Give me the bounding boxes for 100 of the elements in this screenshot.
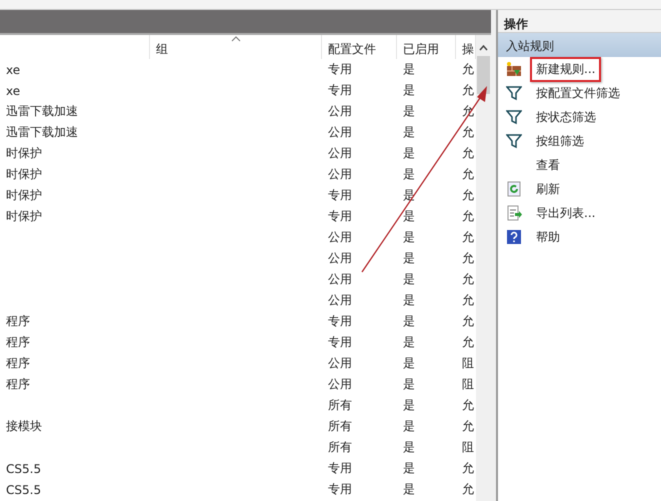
action-cell-text: 阻 xyxy=(461,439,475,456)
rule-name-cell-text: xe xyxy=(5,62,22,76)
sort-caret-icon xyxy=(230,36,240,42)
enabled-cell-text: 是 xyxy=(402,313,416,330)
rule-name-cell-text: 接模块 xyxy=(5,418,43,435)
column-header[interactable]: 配置文件 xyxy=(322,35,397,59)
action-cell-text: 允 xyxy=(461,292,475,309)
profile-cell-text: 专用 xyxy=(327,187,353,204)
profile-cell-text: 公用 xyxy=(327,271,353,288)
profile-cell-text: 专用 xyxy=(327,481,353,498)
rule-name-cell-text: 程序 xyxy=(5,334,31,351)
profile-cell-text: 公用 xyxy=(327,250,353,267)
rule-name-cell-text: 迅雷下载加速 xyxy=(5,124,79,141)
action-cell-text: 阻 xyxy=(461,376,475,393)
action-item[interactable]: 刷新 xyxy=(502,177,661,201)
pane-title: 操作 xyxy=(498,10,661,33)
enabled-cell-text: 是 xyxy=(402,334,416,351)
profile-cell-text: 公用 xyxy=(327,103,353,120)
profile-cell-text: 专用 xyxy=(327,208,353,225)
enabled-cell-text: 是 xyxy=(402,292,416,309)
filter-icon xyxy=(506,109,522,125)
action-cell-text: 允 xyxy=(461,418,475,435)
profile-cell-text: 专用 xyxy=(327,82,353,99)
enabled-cell-text: 是 xyxy=(402,61,416,78)
enabled-cell-text: 是 xyxy=(402,397,416,414)
action-cell-text: 允 xyxy=(461,187,475,204)
enabled-cell-text: 是 xyxy=(402,250,416,267)
action-cell-text: 允 xyxy=(461,313,475,330)
enabled-cell-text: 是 xyxy=(402,166,416,183)
profile-cell-text: 公用 xyxy=(327,145,353,162)
rule-name-cell-text: 程序 xyxy=(5,355,31,372)
rule-name-cell-text: 程序 xyxy=(5,376,31,393)
action-item[interactable]: 查看 xyxy=(502,153,661,177)
rule-name-cell-text: 迅雷下载加速 xyxy=(5,103,79,120)
action-cell-text: 允 xyxy=(461,145,475,162)
profile-cell-text: 公用 xyxy=(327,229,353,246)
action-cell-text: 阻 xyxy=(461,355,475,372)
profile-cell-text: 公用 xyxy=(327,355,353,372)
enabled-cell-text: 是 xyxy=(402,460,416,477)
section-header[interactable]: 入站规则 xyxy=(498,33,661,57)
action-cell-text: 允 xyxy=(461,460,475,477)
action-cell-text: 允 xyxy=(461,229,475,246)
enabled-cell-text: 是 xyxy=(402,481,416,498)
enabled-cell-text: 是 xyxy=(402,229,416,246)
action-cell-text: 允 xyxy=(461,481,475,498)
enabled-cell-text: 是 xyxy=(402,103,416,120)
rule-name-cell-text: 时保护 xyxy=(5,145,43,162)
action-cell-text: 允 xyxy=(461,124,475,141)
action-cell-text: 允 xyxy=(461,82,475,99)
profile-cell-text: 专用 xyxy=(327,61,353,78)
help-icon xyxy=(506,229,522,245)
action-cell-text: 允 xyxy=(461,208,475,225)
filter-icon xyxy=(506,133,522,149)
enabled-cell-text: 是 xyxy=(402,271,416,288)
profile-cell-text: 公用 xyxy=(327,292,353,309)
enabled-cell-text: 是 xyxy=(402,124,416,141)
enabled-cell-text: 是 xyxy=(402,82,416,99)
profile-cell-text: 所有 xyxy=(327,439,353,456)
action-item[interactable]: 帮助 xyxy=(502,225,661,249)
action-item[interactable]: 导出列表... xyxy=(502,201,661,225)
action-cell-text: 允 xyxy=(461,250,475,267)
rule-name-cell-text: CS5.5 xyxy=(5,462,42,476)
column-header[interactable]: 已启用 xyxy=(397,35,456,59)
refresh-icon xyxy=(506,181,522,197)
rule-name-cell-text: CS5.5 xyxy=(5,482,42,496)
scroll-thumb[interactable] xyxy=(477,56,490,94)
column-header[interactable]: 组 xyxy=(150,35,322,59)
action-cell-text: 允 xyxy=(461,61,475,78)
profile-cell-text: 公用 xyxy=(327,376,353,393)
enabled-cell-text: 是 xyxy=(402,187,416,204)
profile-cell-text: 所有 xyxy=(327,418,353,435)
action-item[interactable]: 按配置文件筛选 xyxy=(502,81,661,105)
profile-cell-text: 公用 xyxy=(327,124,353,141)
action-item[interactable]: 按组筛选 xyxy=(502,129,661,153)
rule-name-cell-text: 时保护 xyxy=(5,208,43,225)
export-list-icon xyxy=(506,205,522,221)
up-caret-icon xyxy=(479,44,488,50)
enabled-cell-text: 是 xyxy=(402,355,416,372)
profile-cell-text: 公用 xyxy=(327,166,353,183)
brick-wall-icon xyxy=(506,61,522,77)
filter-icon xyxy=(506,85,522,101)
action-cell-text: 允 xyxy=(461,166,475,183)
profile-cell-text: 专用 xyxy=(327,334,353,351)
rule-name-cell-text: xe xyxy=(5,84,22,98)
enabled-cell-text: 是 xyxy=(402,439,416,456)
enabled-cell-text: 是 xyxy=(402,145,416,162)
profile-cell-text: 专用 xyxy=(327,313,353,330)
action-cell-text: 允 xyxy=(461,271,475,288)
enabled-cell-text: 是 xyxy=(402,208,416,225)
rule-name-cell-text: 时保护 xyxy=(5,166,43,183)
enabled-cell-text: 是 xyxy=(402,418,416,435)
rule-name-cell-text: 时保护 xyxy=(5,187,43,204)
scrollbar[interactable] xyxy=(476,35,491,501)
action-item[interactable]: 新建规则... xyxy=(502,57,661,81)
enabled-cell-text: 是 xyxy=(402,376,416,393)
action-item[interactable]: 按状态筛选 xyxy=(502,105,661,129)
action-cell-text: 允 xyxy=(461,397,475,414)
rule-name-cell-text: 程序 xyxy=(5,313,31,330)
profile-cell-text: 专用 xyxy=(327,460,353,477)
profile-cell-text: 所有 xyxy=(327,397,353,414)
